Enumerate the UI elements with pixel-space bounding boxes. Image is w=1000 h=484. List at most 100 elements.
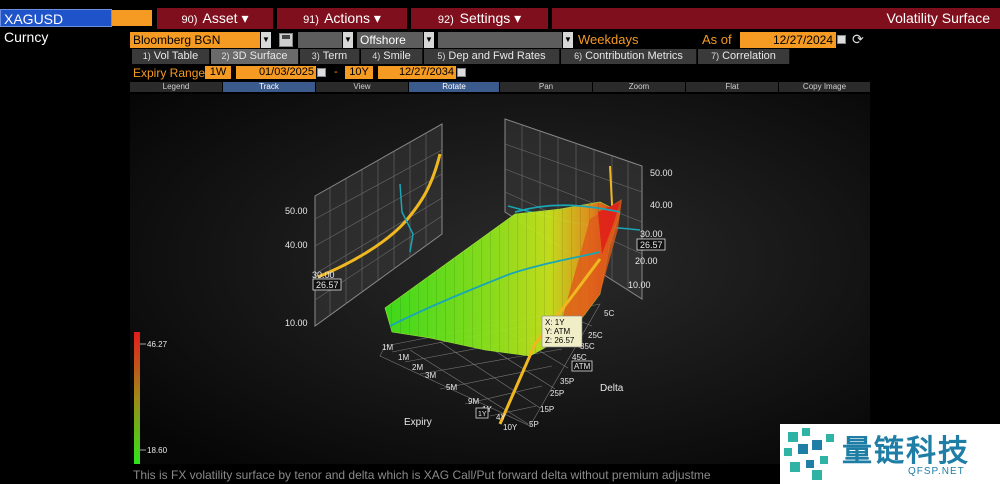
watermark-logo: 量链科技 QFSP.NET [780,424,1000,484]
actions-menu[interactable]: 91) Actions ▾ [277,8,407,29]
tab-3d-surface-number: 2) [221,51,230,61]
watermark-emblem-icon [784,428,834,480]
delta-tick-label: ATM [574,362,591,371]
as-of-date-field[interactable]: 12/27/2024 [740,32,836,48]
location-dropdown-arrow-icon[interactable]: ▼ [424,32,434,48]
tool-track[interactable]: Track [223,82,315,92]
tab-contribution-metrics-label: Contribution Metrics [585,50,683,62]
expiry-start-tenor[interactable]: 1W [205,66,231,79]
delta-tick-label: 5C [604,309,614,318]
expiry-range-dash: - [334,66,338,78]
delta-tick-label: 15P [540,405,554,414]
expiry-tick-label: 10Y [503,423,518,432]
expiry-tick-label: 1M [398,353,409,362]
tool-pan[interactable]: Pan [500,82,592,92]
blank-dropdown-1[interactable] [298,32,342,48]
actions-menu-label: Actions ▾ [324,10,381,26]
expiry-tick-label: 4Y [496,413,506,422]
tool-copy-image[interactable]: Copy Image [779,82,870,92]
left-tick-label: 50.00 [285,206,308,216]
expiry-tick-label: 2M [412,363,423,372]
expiry-end-date[interactable]: 12/27/2034 [378,66,456,79]
delta-tick-label: 5P [529,420,539,429]
right-tick-label: 30.00 [640,229,663,239]
right-marker-value: 26.57 [640,240,663,250]
tab-correlation-number: 7) [711,51,720,61]
source-dropdown[interactable]: Bloomberg BGN [130,32,260,48]
end-date-calendar-icon[interactable] [457,68,466,77]
ticker-input[interactable]: XAGUSD Curncy [0,9,112,45]
vol-surface-svg[interactable]: 50.00 40.00 30.00 10.00 26.57 50.00 40.0… [130,94,870,464]
tab-3d-surface-label: 3D Surface [232,50,288,62]
tool-flat[interactable]: Flat [686,82,778,92]
delta-tick-label: 25C [588,331,603,340]
tool-rotate[interactable]: Rotate [409,82,499,92]
window-title: Volatility Surface [552,8,1000,29]
expiry-axis-title: Expiry [404,417,432,428]
start-date-calendar-icon[interactable] [317,68,326,77]
tab-contribution-metrics[interactable]: 6) Contribution Metrics [561,49,697,64]
left-tick-label: 40.00 [285,240,308,250]
vol-surface-chart[interactable]: 50.00 40.00 30.00 10.00 26.57 50.00 40.0… [130,94,870,464]
expiry-tick-label: 3M [425,371,436,380]
watermark-text: 量链科技 [842,434,970,469]
delta-tick-label: 35P [560,377,574,386]
tab-correlation-label: Correlation [722,50,776,62]
top-bar: XAGUSD Curncy 90) Asset ▾ 91) Actions ▾ … [0,0,1000,45]
tab-correlation[interactable]: 7) Correlation [698,49,790,64]
tool-zoom[interactable]: Zoom [593,82,685,92]
tab-term[interactable]: 3) Term [300,49,360,64]
delta-tick-label: 25P [550,389,564,398]
right-tick-label: 10.00 [628,280,651,290]
blank-dropdown-1-arrow-icon[interactable]: ▼ [343,32,353,48]
tab-3d-surface[interactable]: 2) 3D Surface [211,49,299,64]
tab-dep-fwd-rates-label: Dep and Fwd Rates [448,50,546,62]
right-tick-label: 40.00 [650,200,673,210]
asset-menu-number: 90) [181,14,198,26]
weekdays-label: Weekdays [578,32,639,47]
tool-legend[interactable]: Legend [130,82,222,92]
save-icon-label-strip [282,35,290,39]
tab-contribution-metrics-number: 6) [574,51,583,61]
ticker-input-cursor[interactable] [112,10,152,26]
blank-dropdown-2[interactable] [438,32,562,48]
refresh-icon[interactable]: ⟳ [852,31,864,47]
blank-dropdown-2-arrow-icon[interactable]: ▼ [563,32,573,48]
delta-axis-title: Delta [600,383,624,394]
save-icon[interactable] [279,33,293,47]
tab-term-number: 3) [311,51,320,61]
expiry-end-tenor[interactable]: 10Y [345,66,373,79]
tab-dep-fwd-rates[interactable]: 5) Dep and Fwd Rates [424,49,560,64]
tab-smile-label: Smile [383,50,411,62]
chart-description: This is FX volatility surface by tenor a… [133,468,711,482]
tab-vol-table[interactable]: 1) Vol Table [132,49,210,64]
color-scale-max: 46.27 [147,340,168,349]
tab-smile[interactable]: 4) Smile [361,49,423,64]
source-dropdown-arrow-icon[interactable]: ▼ [261,32,271,48]
hover-tooltip: X: 1Y Y: ATM Z: 26.57 [541,315,583,348]
watermark-url: QFSP.NET [908,466,965,477]
asset-menu[interactable]: 90) Asset ▾ [157,8,273,29]
tab-vol-table-label: Vol Table [153,50,199,62]
tool-view[interactable]: View [316,82,408,92]
color-scale-min: 18.60 [147,446,168,455]
left-tick-label: 30.00 [312,270,335,280]
expiry-range-label: Expiry Range [133,66,206,80]
tab-smile-number: 4) [372,51,381,61]
expiry-tick-label: 5M [446,383,457,392]
expiry-tick-label: 1M [382,343,393,352]
expiry-start-date[interactable]: 01/03/2025 [236,66,316,79]
tab-term-label: Term [322,50,348,62]
right-tick-label: 20.00 [635,256,658,266]
as-of-label: As of [702,32,732,47]
settings-menu[interactable]: 92) Settings ▾ [411,8,548,29]
asset-menu-label: Asset ▾ [202,10,249,26]
calendar-icon[interactable] [837,35,846,44]
location-dropdown[interactable]: Offshore [357,32,423,48]
tab-dep-fwd-rates-number: 5) [437,51,446,61]
tooltip-y: Y: ATM [545,327,571,336]
left-tick-label: 10.00 [285,318,308,328]
tooltip-z: Z: 26.57 [545,336,575,345]
right-tick-label: 50.00 [650,168,673,178]
tab-vol-table-number: 1) [142,51,151,61]
